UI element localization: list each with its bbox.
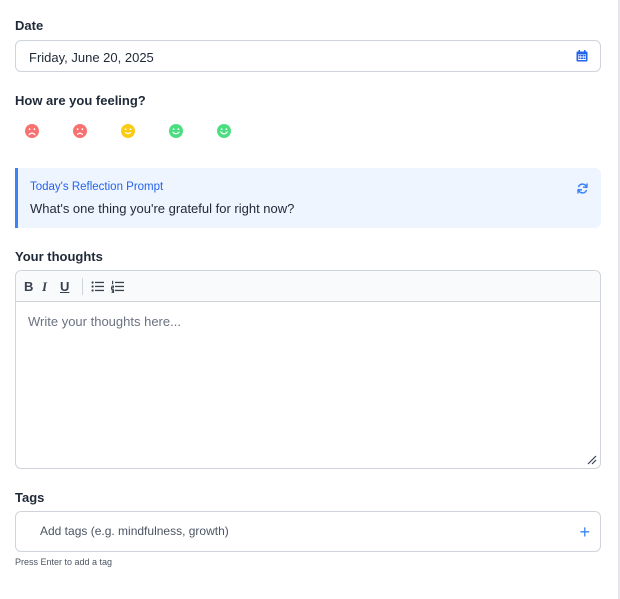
tags-hint: Press Enter to add a tag <box>15 557 113 567</box>
resize-handle-icon[interactable] <box>587 455 597 465</box>
mood-selector <box>24 123 232 139</box>
very-happy-icon[interactable] <box>216 123 232 139</box>
date-label: Date <box>15 18 44 33</box>
neutral-icon[interactable] <box>120 123 136 139</box>
tags-label: Tags <box>15 490 45 505</box>
italic-button[interactable]: I <box>42 279 47 295</box>
date-picker[interactable]: Friday, June 20, 2025 <box>15 40 601 72</box>
calendar-icon[interactable] <box>576 50 588 62</box>
tags-field: + <box>15 511 601 552</box>
numbered-list-icon[interactable] <box>111 280 124 293</box>
mood-label: How are you feeling? <box>15 93 146 108</box>
sad-icon[interactable] <box>72 123 88 139</box>
add-tag-button[interactable]: + <box>579 523 590 541</box>
thoughts-editor: B I U <box>15 270 601 469</box>
date-value: Friday, June 20, 2025 <box>29 50 154 65</box>
toolbar-divider <box>82 278 83 295</box>
reflection-prompt-card: Today's Reflection Prompt What's one thi… <box>15 168 601 228</box>
prompt-text: What's one thing you're grateful for rig… <box>30 201 295 216</box>
happy-icon[interactable] <box>168 123 184 139</box>
underline-button[interactable]: U <box>60 279 69 294</box>
thoughts-textarea[interactable] <box>16 302 600 468</box>
tags-input[interactable] <box>40 524 560 538</box>
prompt-title: Today's Reflection Prompt <box>30 181 164 193</box>
thoughts-label: Your thoughts <box>15 249 103 264</box>
bold-button[interactable]: B <box>24 279 33 294</box>
bullet-list-icon[interactable] <box>91 280 104 293</box>
refresh-icon[interactable] <box>576 182 589 195</box>
very-sad-icon[interactable] <box>24 123 40 139</box>
editor-toolbar: B I U <box>16 271 600 302</box>
